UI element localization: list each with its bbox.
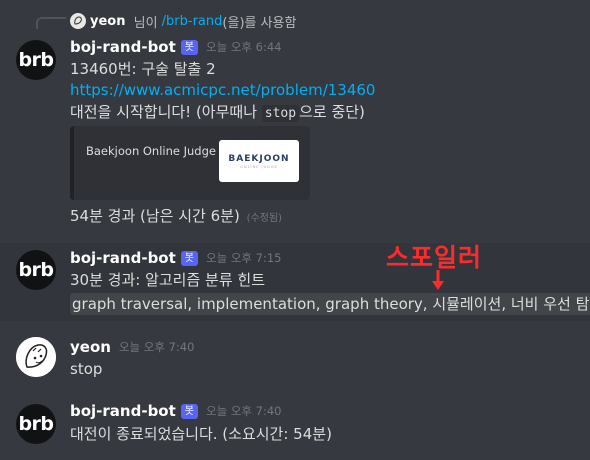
timestamp[interactable]: 오늘 오후 6:44 [206, 39, 281, 55]
spoiler-line: graph traversal, implementation, graph t… [70, 291, 590, 317]
message-header: yeon 오늘 오후 7:40 [70, 337, 194, 357]
message-text: 54분 경과 (남은 시간 6분) (수정됨) [70, 205, 282, 227]
arrow-down-icon [432, 270, 444, 290]
message-header: boj-rand-bot 봇 오늘 오후 6:44 [70, 37, 281, 57]
embed-logo-sub: ONLINE JUDGE [240, 164, 278, 169]
username[interactable]: boj-rand-bot [70, 249, 176, 267]
bot-tag: 봇 [180, 403, 198, 419]
start-text-suffix: 으로 중단) [299, 103, 365, 121]
timestamp[interactable]: 오늘 오후 7:15 [206, 250, 281, 266]
spoiler-text[interactable]: graph traversal, implementation, graph t… [70, 293, 590, 315]
stop-code: stop [261, 105, 300, 122]
message-text: 13460번: 구술 탈출 2 [70, 60, 216, 78]
reply-command[interactable]: /brb-rand [162, 14, 223, 29]
message-text: 대전을 시작합니다! (아무때나 stop 으로 중단) [70, 101, 365, 123]
timestamp[interactable]: 오늘 오후 7:40 [119, 339, 194, 355]
link-embed: Baekjoon Online Judge BAEKJOON ONLINE JU… [70, 126, 310, 200]
username[interactable]: boj-rand-bot [70, 38, 176, 56]
reply-text: 님이 [129, 15, 162, 31]
username[interactable]: yeon [70, 338, 111, 356]
username[interactable]: boj-rand-bot [70, 402, 176, 420]
reply-text-suffix: (을)를 사용함 [222, 15, 297, 31]
embed-logo: BAEKJOON [228, 153, 290, 164]
user-avatar[interactable] [16, 337, 56, 377]
embed-provider[interactable]: Baekjoon Online Judge [86, 144, 216, 158]
bot-tag: 봇 [180, 39, 198, 55]
elapsed-text: 54분 경과 (남은 시간 6분) [70, 207, 240, 225]
timestamp[interactable]: 오늘 오후 7:40 [206, 403, 281, 419]
bot-tag: 봇 [180, 250, 198, 266]
message-header: boj-rand-bot 봇 오늘 오후 7:40 [70, 401, 281, 421]
bot-avatar[interactable]: brb [16, 250, 56, 290]
message-header: boj-rand-bot 봇 오늘 오후 7:15 [70, 248, 281, 268]
embed-thumbnail[interactable]: BAEKJOON ONLINE JUDGE [219, 140, 299, 182]
yeon-mini-avatar-icon[interactable] [70, 13, 86, 29]
message-text: 대전이 종료되었습니다. (소요시간: 54분) [70, 425, 332, 443]
message-text: stop [70, 360, 103, 378]
bot-avatar[interactable]: brb [16, 40, 56, 80]
problem-link[interactable]: https://www.acmicpc.net/problem/13460 [70, 79, 375, 101]
message-text: 30분 경과: 알고리즘 분류 힌트 [70, 271, 266, 289]
reply-command-line[interactable]: yeon 님이 /brb-rand (을)를 사용함 [70, 12, 297, 31]
yeon-avatar-icon [16, 337, 56, 377]
bot-avatar[interactable]: brb [16, 404, 56, 444]
reply-spine [36, 17, 66, 29]
reply-username[interactable]: yeon [90, 14, 125, 29]
edited-label: (수정됨) [246, 213, 282, 224]
start-text: 대전을 시작합니다! (아무때나 [70, 103, 262, 121]
